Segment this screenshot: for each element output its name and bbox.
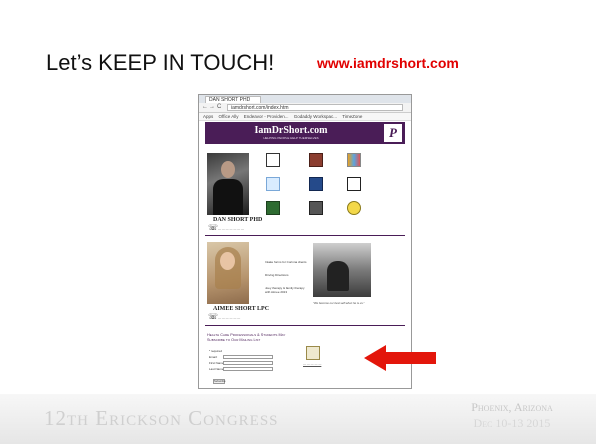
bookmark-item[interactable]: Endeavor - Providen...	[244, 113, 289, 120]
slide: Let’s KEEP IN TOUCH! www.iamdrshort.com …	[0, 0, 596, 444]
conference-location: Phoenix, Arizona	[471, 400, 553, 414]
grid-icon[interactable]	[347, 153, 361, 167]
conference-date: Dec 10-13 2015	[473, 416, 551, 430]
aimee-link-directions[interactable]: Driving Directions	[265, 273, 289, 277]
book-cover-icon[interactable]	[309, 153, 323, 167]
bookmark-item[interactable]: Apps	[203, 113, 213, 120]
website-url[interactable]: www.iamdrshort.com	[317, 55, 459, 71]
bookmarks-bar: Apps Office Ally Endeavor - Providen... …	[199, 113, 411, 121]
site-title: IamDrShort.com	[254, 125, 328, 136]
aimee-link-intake[interactable]: Intake forms for Corinna clients	[265, 260, 307, 264]
book-link[interactable]: ― ― ― ― ―	[303, 362, 321, 366]
first-name-field[interactable]	[223, 361, 273, 365]
browser-tab-bar: DAN SHORT PHD	[199, 95, 411, 103]
phone-icon: ☏	[208, 223, 219, 232]
bookmark-item[interactable]: TimeZone	[342, 113, 362, 120]
aimee-contact-note: ― ― ― ― ― ―	[218, 316, 241, 320]
bookmark-item[interactable]: Office Ally	[219, 113, 239, 120]
aimee-link-therapy[interactable]: Joey therapy & family therapy with Aimee…	[265, 286, 309, 294]
subscribe-button[interactable]: Subscribe	[213, 379, 226, 384]
forward-icon[interactable]: →	[209, 103, 215, 112]
back-icon[interactable]: ←	[202, 103, 208, 112]
smiley-icon[interactable]	[347, 201, 361, 215]
leaf-icon[interactable]	[266, 201, 280, 215]
address-bar-row: ← → C iamdrshort.com/index.htm	[199, 103, 411, 113]
section-divider	[205, 235, 405, 236]
section-divider	[205, 325, 405, 326]
email-field[interactable]	[223, 355, 273, 359]
puzzle-icon[interactable]	[309, 177, 323, 191]
site-banner: IamDrShort.com HELPING PEOPLE HELP THEMS…	[205, 122, 405, 144]
horse-icon[interactable]	[309, 201, 323, 215]
aimee-photo	[207, 242, 249, 304]
book-icon[interactable]	[306, 346, 320, 360]
triangle-icon[interactable]	[266, 153, 280, 167]
aimee-name: AIMEE SHORT LPC	[213, 306, 270, 312]
required-note: * required	[209, 349, 223, 353]
reload-icon[interactable]: C	[217, 103, 221, 112]
fridge-icon[interactable]	[266, 177, 280, 191]
dan-contact-note: ― ― ― ― ― ― ―	[218, 227, 245, 231]
conference-name: 12th Erickson Congress	[44, 406, 279, 430]
photo-caption: "We become our best self when he is us."	[313, 301, 365, 305]
bookmark-item[interactable]: Godaddy Workspac...	[294, 113, 337, 120]
signup-heading: Health Care Professionals & Students May…	[207, 333, 285, 343]
signup-heading-line2: Subscribe to Our Mailing List	[207, 338, 261, 342]
address-input[interactable]: iamdrshort.com/index.htm	[227, 104, 403, 111]
dan-photo	[207, 153, 249, 215]
checker-icon[interactable]	[347, 177, 361, 191]
browser-tab[interactable]: DAN SHORT PHD	[205, 96, 261, 103]
slide-title: Let’s KEEP IN TOUCH!	[46, 50, 275, 75]
phone-icon: ☏	[208, 312, 219, 321]
bw-photo	[313, 243, 371, 297]
site-logo: P	[384, 124, 402, 142]
site-tagline: HELPING PEOPLE HELP THEMSELVES	[263, 136, 319, 140]
red-arrow-icon	[364, 345, 436, 371]
last-name-field[interactable]	[223, 367, 273, 371]
dan-name: DAN SHORT PHD	[213, 217, 263, 223]
email-label: Email:	[209, 355, 218, 359]
